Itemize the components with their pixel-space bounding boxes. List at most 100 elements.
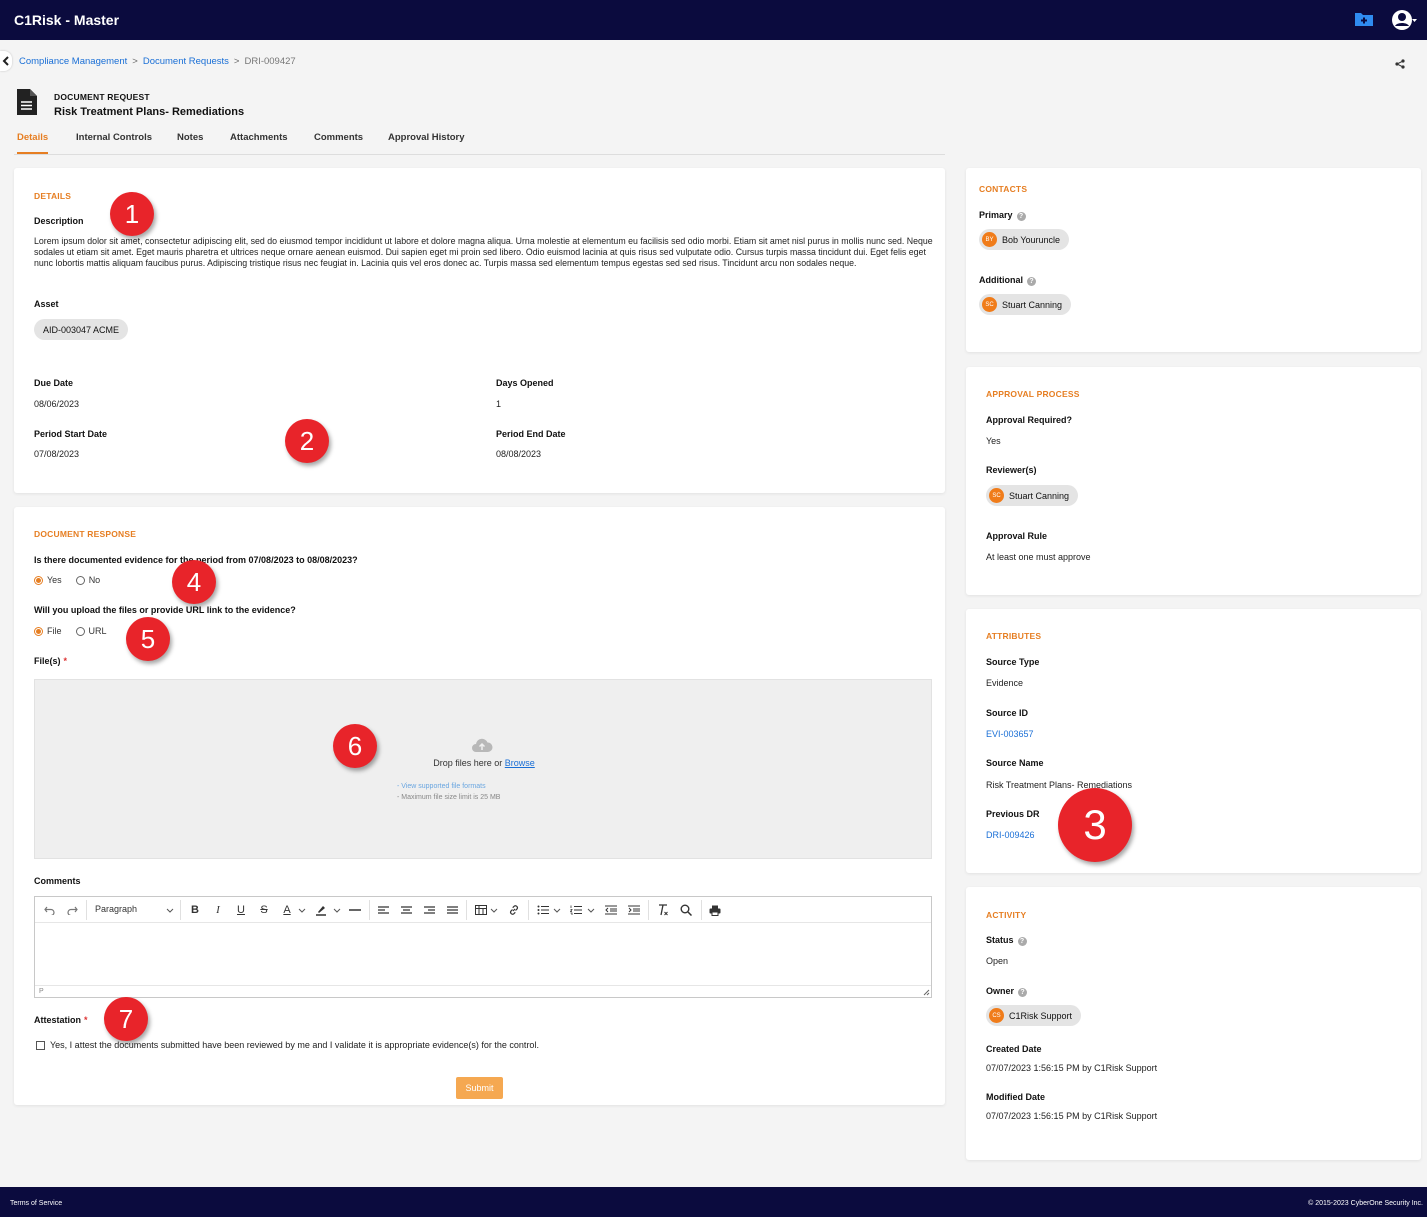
avatar: CS: [989, 1008, 1004, 1023]
owner-name: C1Risk Support: [1009, 1010, 1073, 1021]
attributes-card: ATTRIBUTES Source Type Evidence Source I…: [966, 609, 1421, 873]
submit-button[interactable]: Submit: [456, 1077, 503, 1099]
undo-icon[interactable]: [41, 902, 57, 918]
period-end-value: 08/08/2023: [496, 449, 542, 459]
additional-contact-name: Stuart Canning: [1002, 299, 1063, 310]
align-justify-icon[interactable]: [444, 902, 460, 918]
cloud-upload-icon: [472, 738, 493, 752]
add-folder-icon[interactable]: [1354, 11, 1374, 27]
align-right-icon[interactable]: [421, 902, 437, 918]
resize-handle-icon[interactable]: [923, 989, 930, 996]
link-icon[interactable]: [506, 902, 522, 918]
attestation-checkbox[interactable]: [36, 1041, 45, 1050]
app-title[interactable]: C1Risk - Master: [14, 12, 119, 28]
chevron-down-icon[interactable]: [586, 902, 596, 918]
document-icon: [17, 89, 37, 115]
editor-status-bar: P: [35, 985, 931, 997]
breadcrumb-document-requests[interactable]: Document Requests: [143, 56, 229, 67]
search-icon[interactable]: [678, 902, 694, 918]
clear-formatting-icon[interactable]: [655, 902, 671, 918]
bold-icon[interactable]: B: [187, 902, 203, 918]
help-icon[interactable]: ?: [1027, 277, 1036, 286]
strikethrough-icon[interactable]: S: [256, 902, 272, 918]
upload-option-url[interactable]: URL: [75, 626, 107, 636]
radio-selected-icon[interactable]: [34, 575, 43, 585]
contacts-section-title: CONTACTS: [979, 184, 1028, 194]
italic-icon[interactable]: I: [210, 902, 226, 918]
avatar: SC: [982, 297, 997, 312]
reviewer-chip[interactable]: SC Stuart Canning: [986, 485, 1079, 506]
redo-icon[interactable]: [64, 902, 80, 918]
asset-chip[interactable]: AID-003047 ACME: [34, 319, 129, 340]
supported-formats-link[interactable]: - View supported file formats: [397, 783, 486, 790]
tab-attachments[interactable]: Attachments: [230, 132, 288, 152]
dropzone-text: Drop files here or Browse: [35, 758, 933, 768]
align-left-icon[interactable]: [375, 902, 391, 918]
tab-details[interactable]: Details: [17, 132, 49, 154]
chevron-down-icon[interactable]: [297, 902, 307, 918]
table-icon[interactable]: [473, 902, 489, 918]
max-file-size-note: - Maximum file size limit is 25 MB: [397, 794, 501, 801]
attestation-text: Yes, I attest the documents submitted ha…: [50, 1040, 539, 1050]
toolbar-divider: [528, 900, 529, 920]
tab-internal-controls[interactable]: Internal Controls: [76, 132, 152, 152]
chevron-down-icon[interactable]: [332, 902, 342, 918]
contacts-card: CONTACTS Primary? BY Bob Youruncle Additi…: [966, 168, 1421, 352]
help-icon[interactable]: ?: [1018, 988, 1028, 997]
source-type-value: Evidence: [986, 678, 1024, 688]
share-icon[interactable]: [1395, 59, 1405, 69]
terms-of-service-link[interactable]: Terms of Service: [10, 1200, 62, 1207]
primary-contact-chip[interactable]: BY Bob Youruncle: [979, 229, 1070, 250]
required-marker: *: [84, 1015, 88, 1025]
chevron-down-icon[interactable]: [165, 902, 175, 918]
upload-option-file[interactable]: File: [34, 626, 62, 636]
previous-dr-link[interactable]: DRI-009426: [986, 830, 1035, 840]
required-marker: *: [63, 656, 68, 666]
help-icon[interactable]: ?: [1016, 212, 1026, 221]
annotation-marker-4: 4: [172, 560, 216, 604]
indent-icon[interactable]: [626, 902, 642, 918]
primary-contact-label-text: Primary: [979, 210, 1013, 220]
file-dropzone[interactable]: Drop files here or Browse - View support…: [34, 679, 932, 859]
status-value: Open: [986, 956, 1009, 966]
toolbar-divider: [86, 900, 87, 920]
reviewers-label: Reviewer(s): [986, 465, 1037, 475]
horizontal-line-icon[interactable]: [347, 902, 363, 918]
radio-unselected-icon[interactable]: [75, 575, 85, 585]
owner-chip[interactable]: CS C1Risk Support: [986, 1005, 1082, 1026]
avatar: SC: [989, 488, 1004, 503]
approval-rule-label: Approval Rule: [986, 531, 1048, 541]
record-title: Risk Treatment Plans- Remediations: [54, 106, 245, 118]
text-color-icon[interactable]: A: [279, 902, 295, 918]
files-label: File(s) *: [34, 656, 67, 666]
previous-dr-label: Previous DR: [986, 809, 1040, 819]
radio-selected-icon[interactable]: [34, 626, 43, 636]
tab-notes[interactable]: Notes: [177, 132, 203, 152]
bulleted-list-icon[interactable]: [535, 902, 551, 918]
chevron-down-icon[interactable]: [552, 902, 562, 918]
due-date-label: Due Date: [34, 378, 74, 388]
source-id-link[interactable]: EVI-003657: [986, 729, 1034, 739]
activity-card: ACTIVITY Status? Open Owner? CS C1Risk Su…: [966, 887, 1421, 1160]
browse-link[interactable]: Browse: [505, 758, 535, 768]
breadcrumb-compliance-management[interactable]: Compliance Management: [19, 56, 127, 67]
highlight-icon[interactable]: [313, 902, 329, 918]
tab-approval-history[interactable]: Approval History: [388, 132, 465, 152]
annotation-marker-6: 6: [333, 724, 377, 768]
print-icon[interactable]: [707, 902, 723, 918]
additional-contact-chip[interactable]: SC Stuart Canning: [979, 294, 1072, 315]
tab-comments[interactable]: Comments: [314, 132, 363, 152]
align-center-icon[interactable]: [398, 902, 414, 918]
underline-icon[interactable]: U: [233, 902, 249, 918]
asset-label: Asset: [34, 299, 59, 309]
help-icon[interactable]: ?: [1017, 937, 1027, 946]
evidence-option-no[interactable]: No: [75, 575, 100, 585]
back-button[interactable]: [0, 51, 12, 71]
radio-unselected-icon[interactable]: [75, 626, 85, 636]
user-account-icon[interactable]: [1391, 8, 1417, 32]
outdent-icon[interactable]: [603, 902, 619, 918]
numbered-list-icon[interactable]: [568, 902, 584, 918]
paragraph-style-select[interactable]: Paragraph: [95, 904, 137, 914]
chevron-down-icon[interactable]: [489, 902, 499, 918]
evidence-option-yes[interactable]: Yes: [34, 575, 62, 585]
